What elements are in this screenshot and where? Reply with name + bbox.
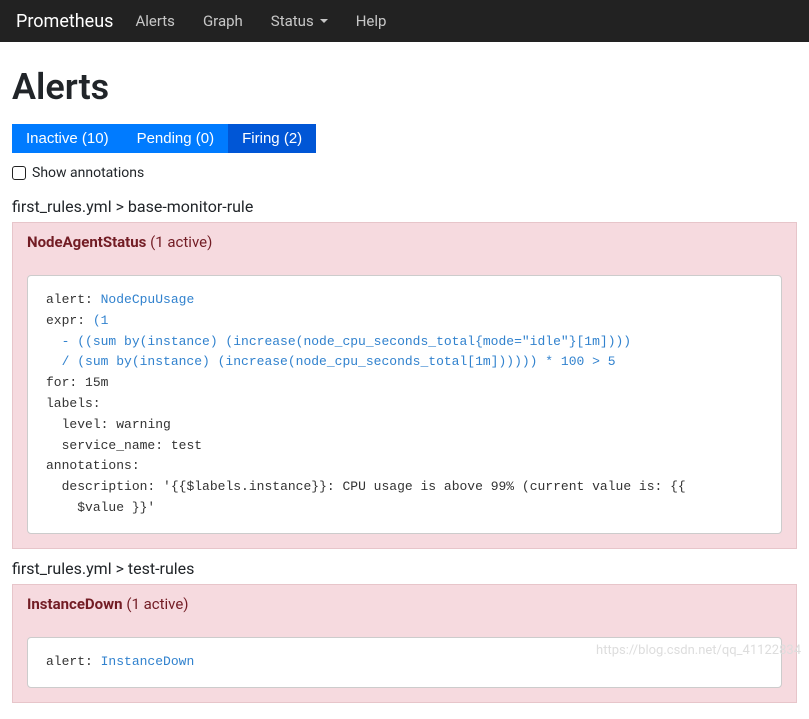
page-title: Alerts: [12, 66, 797, 108]
filter-inactive-button[interactable]: Inactive (10): [12, 124, 123, 153]
alert-rule-code: alert: NodeCpuUsage expr: (1 - ((sum by(…: [27, 275, 782, 534]
alert-active-count: (1 active): [150, 233, 212, 251]
alert-header[interactable]: InstanceDown (1 active): [13, 585, 796, 623]
main-content: Alerts Inactive (10) Pending (0) Firing …: [0, 42, 809, 719]
nav-link-help[interactable]: Help: [350, 8, 393, 34]
alert-active-count: (1 active): [126, 595, 188, 613]
alert-name: InstanceDown: [27, 595, 123, 613]
rules-file-header: first_rules.yml > test-rules: [12, 553, 797, 584]
alert-rule-code: alert: InstanceDown: [27, 637, 782, 688]
show-annotations-toggle[interactable]: Show annotations: [12, 165, 797, 181]
alert-link[interactable]: InstanceDown: [101, 654, 195, 669]
alert-name: NodeAgentStatus: [27, 233, 146, 251]
nav-link-graph[interactable]: Graph: [197, 8, 249, 34]
show-annotations-label: Show annotations: [32, 165, 144, 181]
alert-link[interactable]: NodeCpuUsage: [101, 292, 195, 307]
filter-pending-button[interactable]: Pending (0): [123, 124, 229, 153]
alert-header[interactable]: NodeAgentStatus (1 active): [13, 223, 796, 261]
expr-link[interactable]: (1 - ((sum by(instance) (increase(node_c…: [46, 313, 631, 370]
chevron-down-icon: [320, 19, 328, 23]
alert-group: InstanceDown (1 active) alert: InstanceD…: [12, 584, 797, 703]
nav-link-status[interactable]: Status: [265, 8, 334, 34]
navbar: Prometheus Alerts Graph Status Help: [0, 0, 809, 42]
nav-link-status-label: Status: [271, 12, 314, 30]
filter-firing-button[interactable]: Firing (2): [228, 124, 316, 153]
filter-button-group: Inactive (10) Pending (0) Firing (2): [12, 124, 316, 153]
rules-file-header: first_rules.yml > base-monitor-rule: [12, 191, 797, 222]
alert-group: NodeAgentStatus (1 active) alert: NodeCp…: [12, 222, 797, 549]
navbar-brand[interactable]: Prometheus: [16, 11, 113, 32]
checkbox-icon: [12, 166, 26, 180]
nav-link-alerts[interactable]: Alerts: [129, 8, 181, 34]
